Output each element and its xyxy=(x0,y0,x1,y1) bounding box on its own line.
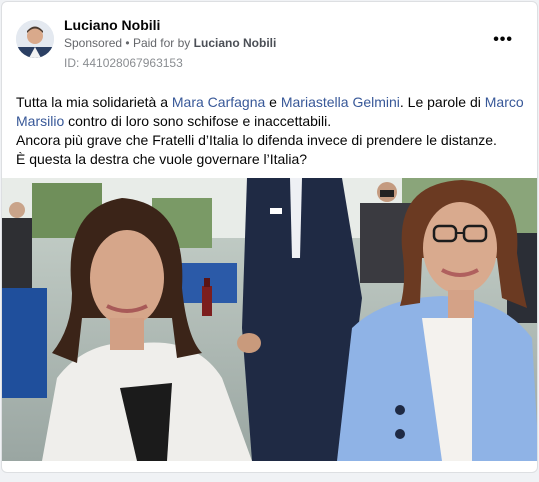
mention-mariastella-gelmini[interactable]: Mariastella Gelmini xyxy=(281,94,400,110)
text-segment: . Le parole di xyxy=(399,94,485,110)
ad-id: ID: 441028067963153 xyxy=(64,56,183,70)
author-name[interactable]: Luciano Nobili xyxy=(64,17,160,33)
post-photo[interactable] xyxy=(2,178,537,461)
more-options-icon[interactable]: ••• xyxy=(493,32,513,48)
text-segment: e xyxy=(265,94,281,110)
paid-for-by-label: Paid for by xyxy=(132,36,191,50)
text-segment: contro di loro sono schifose e inaccetta… xyxy=(64,113,332,129)
post-paragraph-1: Tutta la mia solidarietà a Mara Carfagna… xyxy=(16,93,531,131)
post-text: Tutta la mia solidarietà a Mara Carfagna… xyxy=(16,93,531,169)
mention-mara-carfagna[interactable]: Mara Carfagna xyxy=(172,94,265,110)
ad-post-card: Luciano Nobili Sponsored • Paid for by L… xyxy=(1,1,538,473)
paid-for-by-name[interactable]: Luciano Nobili xyxy=(194,36,277,50)
text-segment: Tutta la mia solidarietà a xyxy=(16,94,172,110)
meta-separator: • xyxy=(125,36,130,50)
post-paragraph-3: È questa la destra che vuole governare l… xyxy=(16,151,308,167)
post-paragraph-2: Ancora più grave che Fratelli d’Italia l… xyxy=(16,132,497,148)
sponsored-label[interactable]: Sponsored xyxy=(64,36,122,50)
author-avatar[interactable] xyxy=(16,20,54,58)
sponsor-line: Sponsored • Paid for by Luciano Nobili xyxy=(64,36,276,50)
